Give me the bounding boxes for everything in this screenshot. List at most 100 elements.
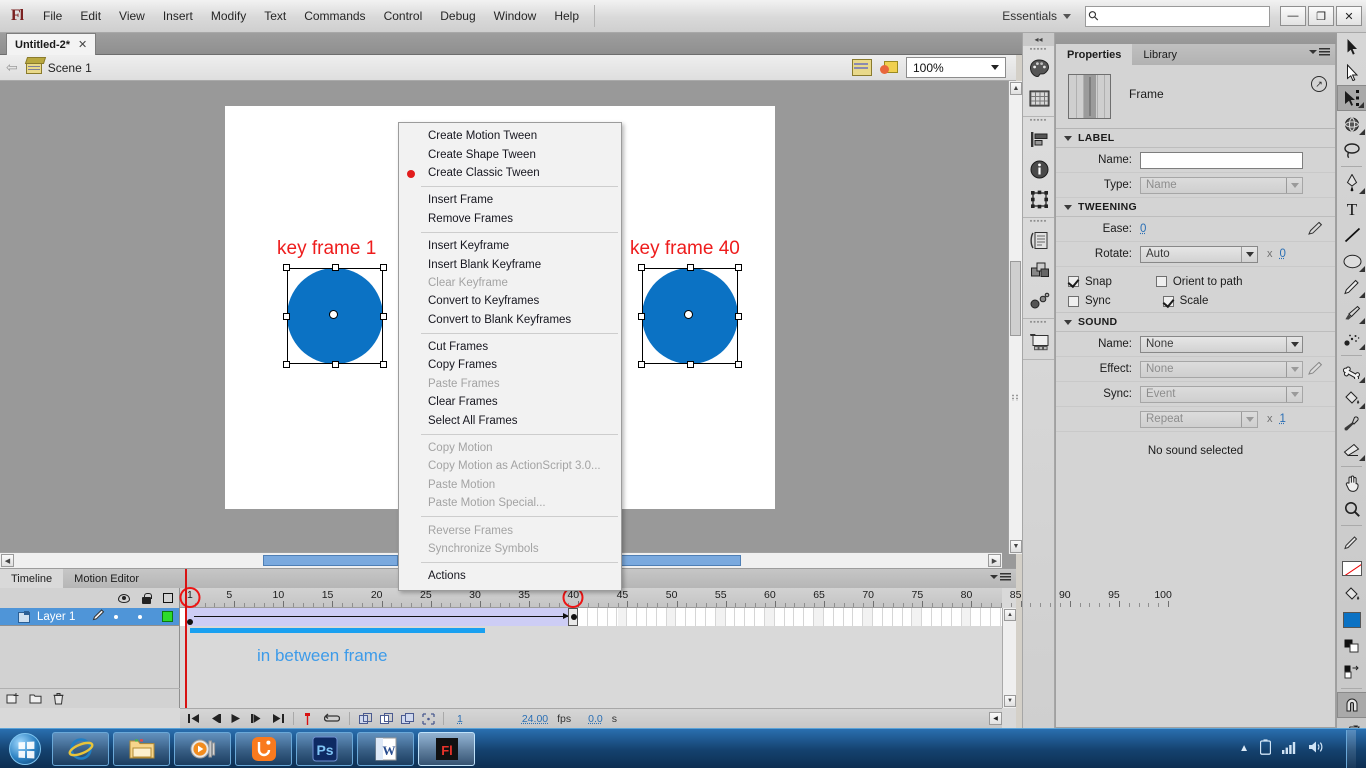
panel-options-menu-icon[interactable] [1309, 48, 1330, 56]
search-box[interactable]: ⚲ [1085, 6, 1270, 27]
timeline-frame-cell[interactable] [637, 608, 647, 626]
fps-value[interactable]: 24.00 [522, 713, 548, 725]
label-type-select[interactable]: Name [1140, 177, 1303, 194]
layer-name[interactable]: Layer 1 [37, 611, 92, 623]
timeline-frame-cell[interactable] [991, 608, 1001, 626]
frame-context-menu[interactable]: Create Motion Tween Create Shape Tween Cre… [398, 122, 622, 591]
step-forward-one-frame-icon[interactable] [251, 713, 263, 725]
code-snippets-panel-icon[interactable] [1023, 225, 1056, 255]
scene-name-label[interactable]: Scene 1 [48, 61, 92, 75]
tab-properties[interactable]: Properties [1056, 44, 1132, 65]
subselection-tool[interactable] [1337, 59, 1366, 85]
taskbar-photoshop-icon[interactable]: Ps [296, 732, 353, 766]
timeline-frame-cell[interactable] [677, 608, 687, 626]
repeat-times-value[interactable]: 1 [1280, 413, 1286, 425]
motion-presets-panel-icon[interactable] [1023, 285, 1056, 315]
show-hidden-icons-icon[interactable]: ▲ [1239, 743, 1249, 754]
layer-row-layer-1[interactable]: Layer 1 [0, 608, 179, 626]
onion-skin-outlines-icon[interactable] [380, 713, 392, 725]
section-header-sound[interactable]: SOUND [1056, 313, 1335, 332]
keyframe-marker-start[interactable] [187, 619, 193, 625]
edit-scene-icon[interactable] [852, 59, 872, 76]
info-panel-icon[interactable] [1023, 154, 1056, 184]
minimize-button[interactable]: — [1280, 6, 1306, 26]
menu-item-commands[interactable]: Commands [295, 5, 374, 27]
timeline-vertical-scrollbar[interactable]: ▲ ▼ [1002, 608, 1016, 708]
context-menu-item-create-shape-tween[interactable]: Create Shape Tween [399, 145, 621, 163]
transform-handle[interactable] [332, 264, 339, 271]
context-menu-item-clear-frames[interactable]: Clear Frames [399, 393, 621, 411]
timeline-frame-cell[interactable] [883, 608, 893, 626]
components-panel-icon[interactable] [1023, 255, 1056, 285]
eyedropper-tool[interactable] [1337, 411, 1366, 437]
ruler-label-75[interactable]: 75 [911, 588, 923, 603]
transform-handle[interactable] [332, 361, 339, 368]
context-menu-item-insert-blank-keyframe[interactable]: Insert Blank Keyframe [399, 255, 621, 273]
volume-icon[interactable] [1308, 740, 1324, 757]
new-folder-icon[interactable] [29, 692, 43, 705]
close-button[interactable]: ✕ [1336, 6, 1362, 26]
timeline-frame-cell[interactable] [716, 608, 726, 626]
battery-icon[interactable] [1260, 739, 1271, 758]
context-menu-item-insert-frame[interactable]: Insert Frame [399, 191, 621, 209]
taskbar-uc-browser-icon[interactable] [235, 732, 292, 766]
timeline-frame-cell[interactable] [824, 608, 834, 626]
keyframe-marker-end[interactable] [568, 608, 578, 626]
timeline-frame-cell[interactable] [804, 608, 814, 626]
transform-handle[interactable] [638, 361, 645, 368]
start-button[interactable] [2, 731, 48, 767]
taskbar-media-player-icon[interactable] [174, 732, 231, 766]
ruler-label-20[interactable]: 20 [371, 588, 383, 603]
taskbar-word-icon[interactable]: W [357, 732, 414, 766]
free-transform-tool[interactable] [1337, 85, 1366, 111]
layer-lock-dot[interactable] [138, 615, 142, 619]
ruler-label-65[interactable]: 65 [813, 588, 825, 603]
menu-item-window[interactable]: Window [485, 5, 546, 27]
swap-colors-button[interactable] [1337, 659, 1366, 685]
network-icon[interactable] [1282, 741, 1297, 757]
scrollbar-thumb[interactable] [1010, 261, 1021, 336]
rotate-select[interactable]: Auto [1140, 246, 1258, 263]
taskbar-internet-explorer-icon[interactable] [52, 732, 109, 766]
transform-panel-icon[interactable] [1023, 184, 1056, 214]
timeline-frame-cell[interactable] [657, 608, 667, 626]
collapse-panels-icon[interactable]: ◂◂ [1023, 33, 1054, 46]
timeline-frame-cell[interactable] [981, 608, 991, 626]
timeline-frame-cell[interactable] [765, 608, 775, 626]
back-arrow-icon[interactable]: ⇦ [6, 59, 18, 76]
transform-handle[interactable] [638, 313, 645, 320]
eye-icon[interactable] [118, 594, 130, 603]
loop-icon[interactable] [324, 713, 340, 725]
layer-visible-dot[interactable] [114, 615, 118, 619]
ease-edit-pencil-icon[interactable] [1307, 221, 1325, 237]
timeline-frame-cell[interactable] [893, 608, 903, 626]
context-menu-item-convert-to-blank-keyframes[interactable]: Convert to Blank Keyframes [399, 311, 621, 329]
context-menu-item-create-motion-tween[interactable]: Create Motion Tween [399, 127, 621, 145]
go-to-last-frame-icon[interactable] [272, 713, 284, 725]
timeline-frame-cell[interactable] [598, 608, 608, 626]
ruler-label-60[interactable]: 60 [764, 588, 776, 603]
scrollbar-thumb-right[interactable] [613, 555, 741, 566]
ruler-label-10[interactable]: 10 [273, 588, 285, 603]
menu-item-debug[interactable]: Debug [431, 5, 484, 27]
center-frame-icon[interactable] [303, 713, 315, 725]
transform-handle[interactable] [380, 264, 387, 271]
align-panel-icon[interactable] [1023, 124, 1056, 154]
timeline-frame-cell[interactable] [844, 608, 854, 626]
edit-multiple-frames-icon[interactable] [401, 713, 413, 725]
ruler-label-5[interactable]: 5 [226, 588, 232, 603]
timeline-frame-cell[interactable] [834, 608, 844, 626]
timeline-frame-cell[interactable] [912, 608, 922, 626]
snap-checkbox[interactable]: Snap [1068, 276, 1112, 288]
sync-checkbox[interactable]: Sync [1068, 295, 1111, 307]
context-menu-item-create-classic-tween[interactable]: Create Classic Tween [399, 164, 621, 182]
timeline-frame-cell[interactable] [627, 608, 637, 626]
brush-tool[interactable] [1337, 300, 1366, 326]
swatches-panel-icon[interactable] [1023, 83, 1056, 113]
context-menu-item-cut-frames[interactable]: Cut Frames [399, 338, 621, 356]
timeline-frame-cell[interactable] [735, 608, 745, 626]
play-icon[interactable] [230, 713, 242, 725]
expand-panel-icon[interactable]: ↗ [1311, 76, 1327, 92]
onion-skin-icon[interactable] [359, 713, 371, 725]
transform-handle[interactable] [283, 313, 290, 320]
